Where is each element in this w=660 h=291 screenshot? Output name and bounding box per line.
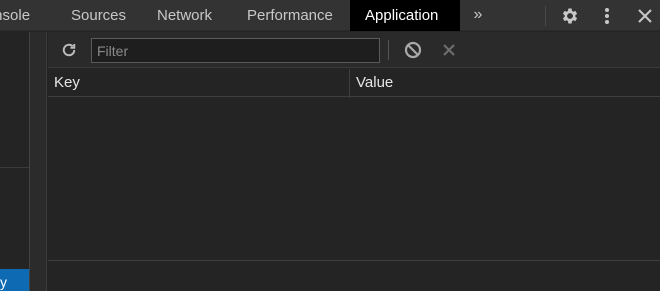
refresh-icon[interactable] bbox=[58, 39, 80, 61]
table-header: Key Value bbox=[48, 69, 660, 97]
toolbar-separator bbox=[545, 6, 546, 26]
storage-panel: Key Value bbox=[48, 32, 660, 291]
clear-icon[interactable] bbox=[439, 39, 459, 61]
tab-sources[interactable]: Sources bbox=[71, 0, 126, 31]
block-icon[interactable] bbox=[402, 39, 424, 61]
column-header-value[interactable]: Value bbox=[350, 69, 660, 97]
storage-toolbar bbox=[48, 32, 660, 68]
gear-icon[interactable] bbox=[558, 0, 582, 31]
sidebar-selected-item-label: y bbox=[0, 274, 7, 290]
panel-gutter bbox=[30, 32, 47, 291]
application-sidebar: y bbox=[0, 32, 29, 291]
close-icon[interactable] bbox=[633, 0, 657, 31]
tab-console[interactable]: Console bbox=[0, 0, 54, 31]
table-body bbox=[48, 98, 660, 260]
sidebar-divider bbox=[0, 167, 29, 168]
devtools-window: Console Sources Network Performance Appl… bbox=[0, 0, 660, 291]
tab-performance[interactable]: Performance bbox=[247, 0, 333, 31]
preview-area bbox=[48, 261, 660, 291]
more-tabs-button[interactable]: » bbox=[468, 0, 488, 31]
column-header-key[interactable]: Key bbox=[48, 69, 349, 97]
tab-application[interactable]: Application bbox=[350, 0, 460, 31]
devtools-tab-bar: Console Sources Network Performance Appl… bbox=[0, 0, 660, 31]
toolbar-divider bbox=[388, 40, 389, 60]
sidebar-selected-item[interactable]: y bbox=[0, 269, 29, 291]
tab-console-label: Console bbox=[0, 7, 31, 24]
tab-network[interactable]: Network bbox=[157, 0, 212, 31]
kebab-menu-icon[interactable] bbox=[595, 0, 619, 31]
filter-input[interactable] bbox=[91, 38, 380, 63]
